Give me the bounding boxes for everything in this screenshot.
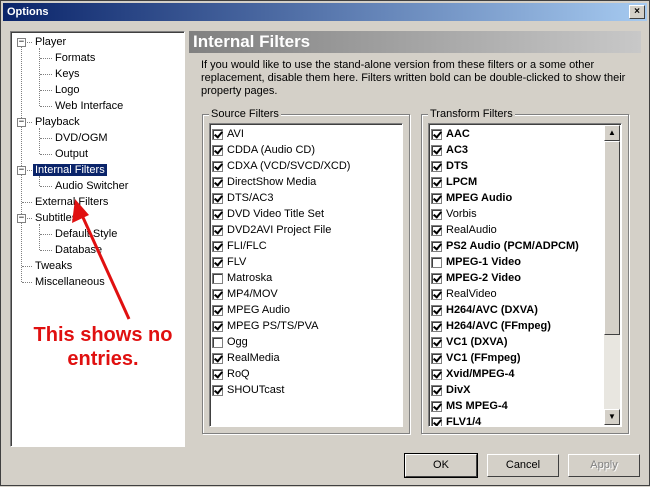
red-arrow-annotation (72, 199, 131, 320)
annotation-text: This shows no entries. (33, 324, 173, 370)
options-window: Options × − Player Formats Keys Logo Web Inte… (0, 0, 650, 486)
